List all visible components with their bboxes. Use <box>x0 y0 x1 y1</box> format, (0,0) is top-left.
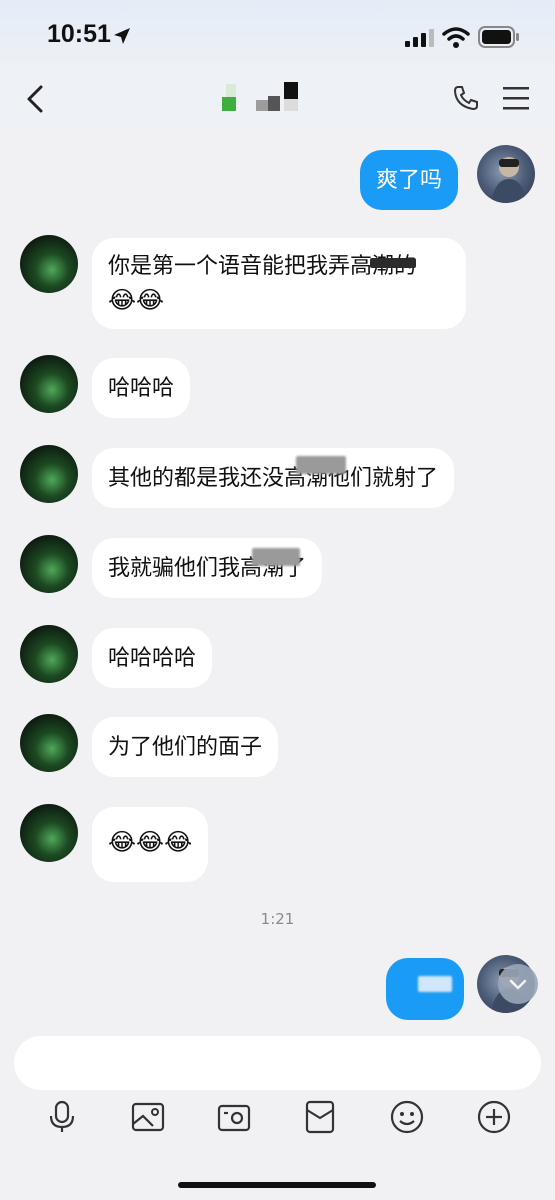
message-bubble-incoming[interactable]: 😂😂😂 <box>92 807 209 882</box>
contact-avatar[interactable] <box>20 235 78 293</box>
chevron-down-icon <box>509 979 527 990</box>
phone-icon[interactable] <box>452 84 480 112</box>
message-text: 哈哈哈 <box>108 376 175 401</box>
emoji-line: 😂😂 <box>108 286 165 314</box>
message-bubble-incoming[interactable]: 我就骗他们我高潮了 <box>92 538 323 598</box>
redaction-blur <box>296 456 346 474</box>
message-bubble-incoming[interactable]: 其他的都是我还没高潮他们就射了 <box>92 448 455 508</box>
chat-header <box>0 70 555 130</box>
message-bubble-incoming[interactable]: 你是第一个语音能把我弄高潮的 😂😂 <box>92 238 466 329</box>
chevron-left-icon[interactable] <box>24 84 46 114</box>
contact-avatar[interactable] <box>20 355 78 413</box>
contact-avatar[interactable] <box>20 625 78 683</box>
home-indicator <box>178 1182 376 1188</box>
redaction-bar <box>370 258 416 268</box>
contact-avatar[interactable] <box>20 714 78 772</box>
image-icon[interactable] <box>131 1100 165 1134</box>
message-timestamp: 1:21 <box>260 910 295 928</box>
message-text: 哈哈哈哈 <box>108 646 197 671</box>
contact-avatar[interactable] <box>20 804 78 862</box>
red-packet-icon[interactable] <box>303 1100 337 1134</box>
composer <box>0 1024 555 1200</box>
my-avatar[interactable] <box>477 145 535 203</box>
contact-avatar[interactable] <box>20 445 78 503</box>
contact-avatar[interactable] <box>20 535 78 593</box>
emoji-icon[interactable] <box>390 1100 424 1134</box>
battery-icon <box>478 26 519 48</box>
message-text: 为了他们的面子 <box>108 735 263 760</box>
redaction-blur <box>252 548 300 566</box>
message-bubble-outgoing[interactable]: 爽了吗 <box>360 150 459 210</box>
message-text: 其他的都是我还没高潮他们就射了 <box>108 466 439 491</box>
message-input[interactable] <box>14 1036 541 1090</box>
microphone-icon[interactable] <box>45 1100 79 1134</box>
message-bubble-incoming[interactable]: 为了他们的面子 <box>92 717 279 777</box>
location-arrow-icon <box>114 28 130 44</box>
wifi-icon <box>442 27 470 48</box>
signal-icon <box>405 29 434 47</box>
scroll-to-bottom-button[interactable] <box>498 964 538 1004</box>
contact-name-redacted <box>222 82 302 112</box>
status-time: 10:51 <box>47 20 111 48</box>
menu-icon[interactable] <box>502 85 530 111</box>
message-bubble-incoming[interactable]: 哈哈哈哈 <box>92 628 213 688</box>
message-bubble-incoming[interactable]: 哈哈哈 <box>92 358 191 418</box>
plus-icon[interactable] <box>477 1100 511 1134</box>
redaction-blur <box>418 976 452 992</box>
message-text: 爽了吗 <box>376 168 443 193</box>
status-bar: 10:51 <box>0 0 555 70</box>
message-emoji: 😂😂😂 <box>108 828 193 856</box>
camera-icon[interactable] <box>217 1100 251 1134</box>
